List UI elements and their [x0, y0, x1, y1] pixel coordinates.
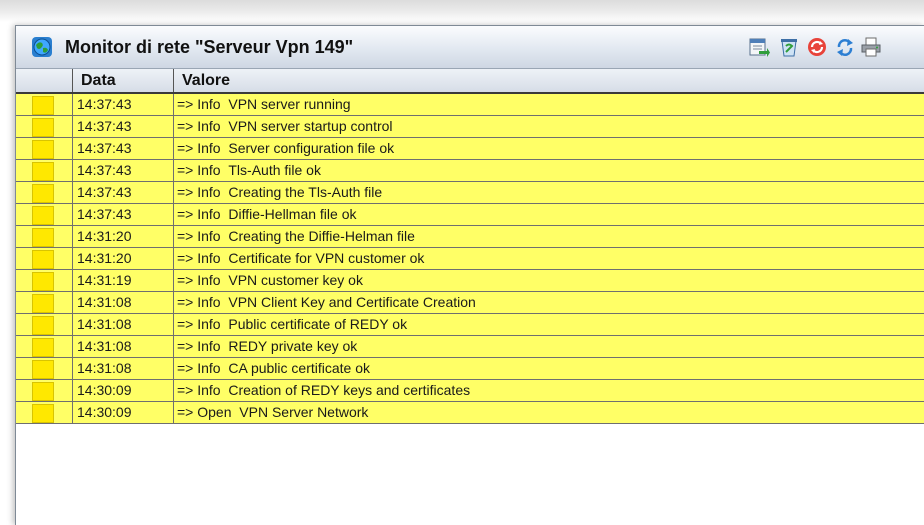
page-title: Monitor di rete "Serveur Vpn 149": [65, 37, 354, 57]
time-cell: 14:30:09: [72, 402, 174, 423]
status-cell: [16, 358, 72, 379]
time-cell: 14:31:08: [72, 314, 174, 335]
time-cell: 14:31:08: [72, 358, 174, 379]
print-icon[interactable]: [860, 36, 882, 58]
column-header-valore[interactable]: Valore: [173, 69, 924, 92]
status-swatch: [32, 360, 54, 379]
status-swatch: [32, 404, 54, 423]
table-row[interactable]: 14:31:08 => Info CA public certificate ok: [16, 358, 924, 380]
message-cell: => Info Creating the Diffie-Helman file: [173, 226, 924, 247]
status-cell: [16, 248, 72, 269]
refresh-icon[interactable]: [834, 36, 856, 58]
status-cell: [16, 380, 72, 401]
time-cell: 14:31:19: [72, 270, 174, 291]
message-cell: => Info VPN customer key ok: [173, 270, 924, 291]
time-cell: 14:30:09: [72, 380, 174, 401]
export-icon[interactable]: [748, 36, 770, 58]
status-cell: [16, 138, 72, 159]
table-row[interactable]: 14:31:19 => Info VPN customer key ok: [16, 270, 924, 292]
message-cell: => Info Tls-Auth file ok: [173, 160, 924, 181]
message-cell: => Info VPN server startup control: [173, 116, 924, 137]
status-swatch: [32, 272, 54, 291]
message-cell: => Info Public certificate of REDY ok: [173, 314, 924, 335]
time-cell: 14:31:20: [72, 248, 174, 269]
table-row[interactable]: 14:30:09 => Open VPN Server Network: [16, 402, 924, 424]
status-swatch: [32, 316, 54, 335]
status-swatch: [32, 382, 54, 401]
table-row[interactable]: 14:31:20 => Info Certificate for VPN cust…: [16, 248, 924, 270]
message-cell: => Info REDY private key ok: [173, 336, 924, 357]
table-row[interactable]: 14:37:43 => Info VPN server running: [16, 94, 924, 116]
table-row[interactable]: 14:37:43 => Info Server configuration fil…: [16, 138, 924, 160]
table-header: Data Valore: [16, 69, 924, 94]
status-cell: [16, 270, 72, 291]
time-cell: 14:31:08: [72, 292, 174, 313]
status-cell: [16, 204, 72, 225]
status-swatch: [32, 228, 54, 247]
table-row[interactable]: 14:37:43 => Info Creating the Tls-Auth fi…: [16, 182, 924, 204]
time-cell: 14:37:43: [72, 94, 174, 115]
message-cell: => Info Creation of REDY keys and certif…: [173, 380, 924, 401]
column-header-data[interactable]: Data: [72, 69, 174, 92]
table-row[interactable]: 14:37:43 => Info Diffie-Hellman file ok: [16, 204, 924, 226]
clear-log-icon[interactable]: [778, 36, 800, 58]
message-cell: => Info VPN Client Key and Certificate C…: [173, 292, 924, 313]
table-row[interactable]: 14:31:20 => Info Creating the Diffie-Helm…: [16, 226, 924, 248]
status-swatch: [32, 250, 54, 269]
status-swatch: [32, 338, 54, 357]
status-swatch: [32, 140, 54, 159]
time-cell: 14:37:43: [72, 160, 174, 181]
table-row[interactable]: 14:37:43 => Info Tls-Auth file ok: [16, 160, 924, 182]
time-cell: 14:37:43: [72, 138, 174, 159]
message-cell: => Info Certificate for VPN customer ok: [173, 248, 924, 269]
time-cell: 14:31:20: [72, 226, 174, 247]
status-swatch: [32, 294, 54, 313]
table-row[interactable]: 14:37:43 => Info VPN server startup contr…: [16, 116, 924, 138]
status-swatch: [32, 184, 54, 203]
status-cell: [16, 336, 72, 357]
log-table-body: 14:37:43 => Info VPN server running 14:37:…: [16, 94, 924, 424]
status-cell: [16, 116, 72, 137]
time-cell: 14:31:08: [72, 336, 174, 357]
status-swatch: [32, 162, 54, 181]
title-bar: Monitor di rete "Serveur Vpn 149": [16, 26, 924, 69]
status-cell: [16, 226, 72, 247]
status-swatch: [32, 206, 54, 225]
network-monitor-panel: Monitor di rete "Serveur Vpn 149" Data V…: [15, 25, 924, 525]
table-row[interactable]: 14:31:08 => Info Public certificate of RE…: [16, 314, 924, 336]
column-header-status[interactable]: [16, 69, 73, 92]
message-cell: => Open VPN Server Network: [173, 402, 924, 423]
time-cell: 14:37:43: [72, 116, 174, 137]
status-cell: [16, 402, 72, 423]
message-cell: => Info CA public certificate ok: [173, 358, 924, 379]
message-cell: => Info Creating the Tls-Auth file: [173, 182, 924, 203]
status-cell: [16, 160, 72, 181]
status-swatch: [32, 96, 54, 115]
status-cell: [16, 182, 72, 203]
table-row[interactable]: 14:30:09 => Info Creation of REDY keys an…: [16, 380, 924, 402]
network-globe-icon: [32, 37, 52, 57]
status-cell: [16, 292, 72, 313]
status-cell: [16, 314, 72, 335]
time-cell: 14:37:43: [72, 182, 174, 203]
message-cell: => Info Diffie-Hellman file ok: [173, 204, 924, 225]
table-row[interactable]: 14:31:08 => Info VPN Client Key and Certi…: [16, 292, 924, 314]
status-cell: [16, 94, 72, 115]
time-cell: 14:37:43: [72, 204, 174, 225]
stop-refresh-icon[interactable]: [806, 36, 828, 58]
message-cell: => Info VPN server running: [173, 94, 924, 115]
message-cell: => Info Server configuration file ok: [173, 138, 924, 159]
status-swatch: [32, 118, 54, 137]
table-row[interactable]: 14:31:08 => Info REDY private key ok: [16, 336, 924, 358]
